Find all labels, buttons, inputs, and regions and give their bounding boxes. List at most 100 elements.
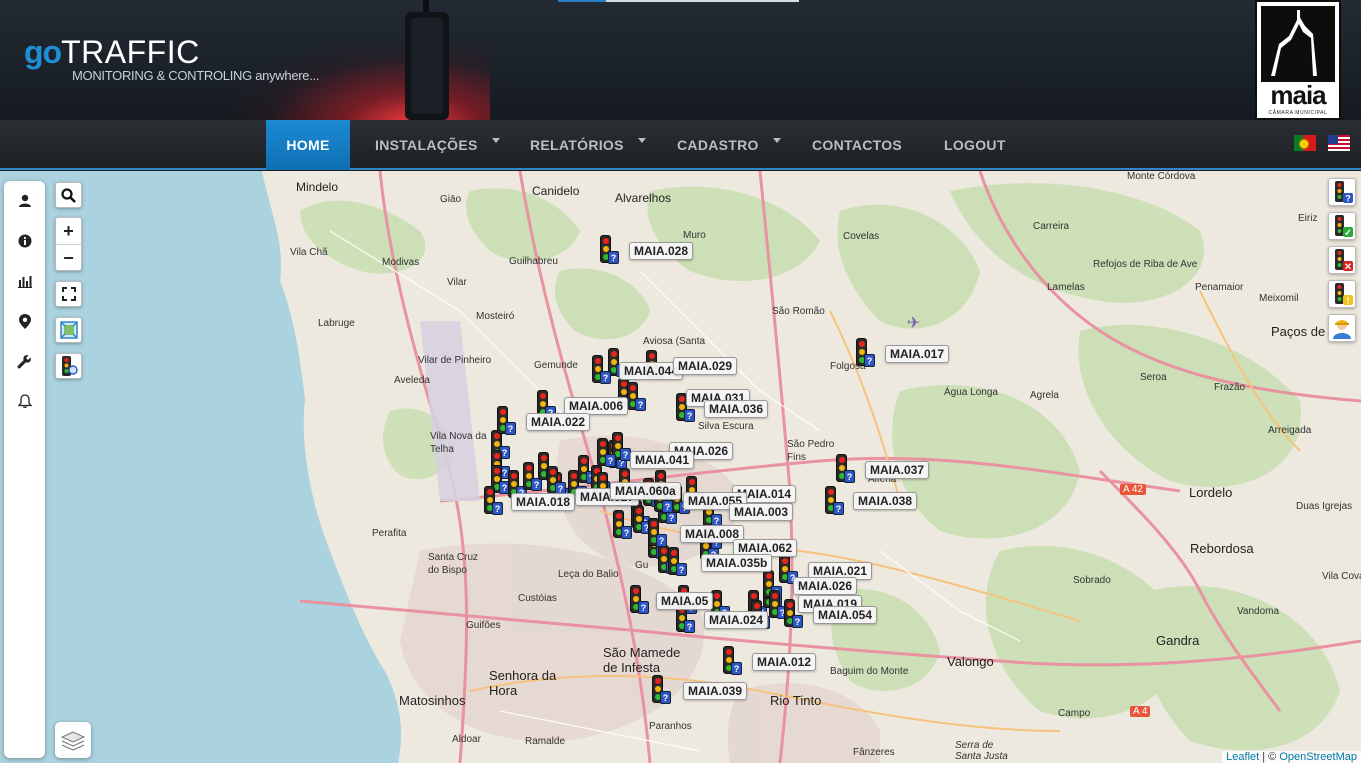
sidebar-location-button[interactable] bbox=[4, 301, 45, 341]
place-label: Eiriz bbox=[1298, 213, 1318, 224]
legend-item[interactable]: ✓ bbox=[1328, 212, 1356, 240]
nav-relatorios[interactable]: RELATÓRIOS bbox=[530, 120, 646, 170]
place-label: Refojos de Riba de Ave bbox=[1093, 259, 1198, 270]
leaflet-link[interactable]: Leaflet bbox=[1226, 751, 1259, 763]
airport-icon: ✈ bbox=[907, 315, 921, 332]
brand-logo-text: TRAFFIC bbox=[61, 34, 200, 70]
marker-label[interactable]: MAIA.039 bbox=[683, 682, 748, 700]
legend-item[interactable]: ? bbox=[1328, 178, 1356, 206]
nav-cadastro[interactable]: CADASTRO bbox=[677, 120, 781, 170]
marker-label[interactable]: MAIA.05 bbox=[656, 592, 714, 610]
place-label: Senhora da Hora bbox=[489, 668, 557, 698]
unknown-status-badge-icon: ? bbox=[662, 500, 673, 513]
header-traffic-light-icon bbox=[405, 0, 449, 120]
nav-instalacoes[interactable]: INSTALAÇÕES bbox=[375, 120, 500, 170]
place-label: Baguim do Monte bbox=[830, 666, 909, 677]
sidebar-user-button[interactable] bbox=[4, 181, 45, 221]
traffic-light-marker[interactable]: ? bbox=[853, 338, 875, 370]
unknown-status-badge-icon: ? bbox=[505, 422, 516, 435]
traffic-search-button[interactable] bbox=[55, 353, 82, 379]
legend-item[interactable] bbox=[1328, 314, 1356, 342]
marker-label[interactable]: MAIA.028 bbox=[629, 242, 694, 260]
traffic-light-marker[interactable]: ? bbox=[610, 510, 632, 542]
fullscreen-button[interactable] bbox=[55, 281, 82, 307]
sidebar-info-button[interactable] bbox=[4, 221, 45, 261]
layers-button[interactable] bbox=[55, 722, 91, 758]
unknown-status-badge-icon: ? bbox=[792, 615, 803, 628]
map-search-button[interactable] bbox=[55, 182, 82, 208]
unknown-status-badge-icon: ? bbox=[605, 454, 616, 467]
marker-label[interactable]: MAIA.054 bbox=[813, 606, 878, 624]
unknown-status-badge-icon: ? bbox=[864, 354, 875, 367]
nav-logout[interactable]: LOGOUT bbox=[944, 120, 1006, 170]
traffic-light-marker[interactable]: ? bbox=[645, 518, 667, 550]
traffic-light-marker[interactable]: ? bbox=[481, 486, 503, 518]
traffic-light-marker[interactable]: ? bbox=[833, 454, 855, 486]
sidebar-tools-button[interactable] bbox=[4, 341, 45, 381]
wrench-icon bbox=[17, 354, 31, 368]
traffic-light-marker[interactable]: ? bbox=[649, 675, 671, 707]
place-label: Serra de Santa Justa bbox=[955, 740, 1008, 762]
marker-label[interactable]: MAIA.041 bbox=[630, 451, 695, 469]
nav-contactos[interactable]: CONTACTOS bbox=[812, 120, 902, 170]
traffic-light-marker[interactable]: ? bbox=[589, 355, 611, 387]
place-label: São Mamede de Infesta bbox=[603, 645, 681, 675]
place-label: Seroa bbox=[1140, 372, 1167, 383]
svg-text:✕: ✕ bbox=[1344, 262, 1352, 272]
bell-icon bbox=[17, 393, 32, 408]
osm-link[interactable]: OpenStreetMap bbox=[1279, 751, 1357, 763]
traffic-light-marker[interactable]: ? bbox=[594, 438, 616, 470]
map-canvas[interactable]: Mindelo Canidelo Alvarelhos Muro Covelas… bbox=[0, 171, 1361, 763]
marker-label[interactable]: MAIA.017 bbox=[885, 345, 950, 363]
marker-label[interactable]: MAIA.060a bbox=[610, 482, 681, 500]
traffic-light-marker[interactable]: ? bbox=[720, 646, 742, 678]
legend-item[interactable]: ✕ bbox=[1328, 246, 1356, 274]
zoom-out-button[interactable]: − bbox=[56, 245, 81, 272]
traffic-light-marker[interactable]: ? bbox=[597, 235, 619, 267]
place-label: Aveleda bbox=[394, 375, 430, 386]
flag-portugal-icon[interactable] bbox=[1294, 135, 1316, 151]
place-label: Meixomil bbox=[1259, 293, 1299, 304]
traffic-light-marker[interactable]: ? bbox=[494, 406, 516, 438]
place-label: São Pedro Fins bbox=[787, 439, 835, 463]
brand: goTRAFFIC MONITORING & CONTROLING anywhe… bbox=[24, 34, 319, 83]
svg-text:✓: ✓ bbox=[1344, 228, 1352, 238]
place-label: Vilar de Pinheiro bbox=[418, 355, 492, 366]
marker-label[interactable]: MAIA.018 bbox=[511, 493, 576, 511]
marker-label[interactable]: MAIA.022 bbox=[526, 413, 591, 431]
traffic-light-marker[interactable]: ? bbox=[665, 547, 687, 579]
marker-label[interactable]: MAIA.038 bbox=[853, 492, 918, 510]
technician-icon bbox=[1333, 320, 1351, 339]
place-label: Labruge bbox=[318, 318, 355, 329]
place-label: Rebordosa bbox=[1190, 541, 1254, 556]
place-label: Duas Igrejas bbox=[1296, 501, 1353, 512]
zoom-extent-button[interactable] bbox=[55, 317, 82, 343]
marker-label[interactable]: MAIA.035b bbox=[701, 554, 773, 572]
zoom-control: + − bbox=[55, 217, 82, 271]
place-label: Guilhabreu bbox=[509, 256, 558, 267]
traffic-light-marker[interactable]: ? bbox=[822, 486, 844, 518]
nav-home[interactable]: HOME bbox=[266, 120, 350, 170]
marker-label[interactable]: MAIA.003 bbox=[729, 503, 794, 521]
marker-label[interactable]: MAIA.024 bbox=[704, 611, 769, 629]
place-label: Valongo bbox=[947, 654, 994, 669]
header-progress-fill bbox=[558, 0, 606, 2]
marker-label[interactable]: MAIA.037 bbox=[865, 461, 930, 479]
place-label: Custóias bbox=[518, 593, 557, 604]
marker-label[interactable]: MAIA.012 bbox=[752, 653, 817, 671]
city-logo-name: maia bbox=[1270, 80, 1326, 110]
marker-label[interactable]: MAIA.036 bbox=[704, 400, 769, 418]
layers-icon bbox=[60, 731, 86, 751]
place-label: Paranhos bbox=[649, 721, 692, 732]
flag-usa-icon[interactable] bbox=[1328, 135, 1350, 151]
zoom-in-button[interactable]: + bbox=[56, 218, 81, 245]
sidebar-alerts-button[interactable] bbox=[4, 381, 45, 421]
marker-label[interactable]: MAIA.029 bbox=[673, 357, 738, 375]
map-pin-icon bbox=[18, 313, 31, 329]
legend-item[interactable]: ! bbox=[1328, 280, 1356, 308]
marker-label[interactable]: MAIA.026 bbox=[793, 577, 858, 595]
place-label: Mosteiró bbox=[476, 311, 515, 322]
unknown-status-badge-icon: ? bbox=[608, 251, 619, 264]
sidebar-reports-button[interactable] bbox=[4, 261, 45, 301]
traffic-light-marker[interactable]: ? bbox=[627, 585, 649, 617]
